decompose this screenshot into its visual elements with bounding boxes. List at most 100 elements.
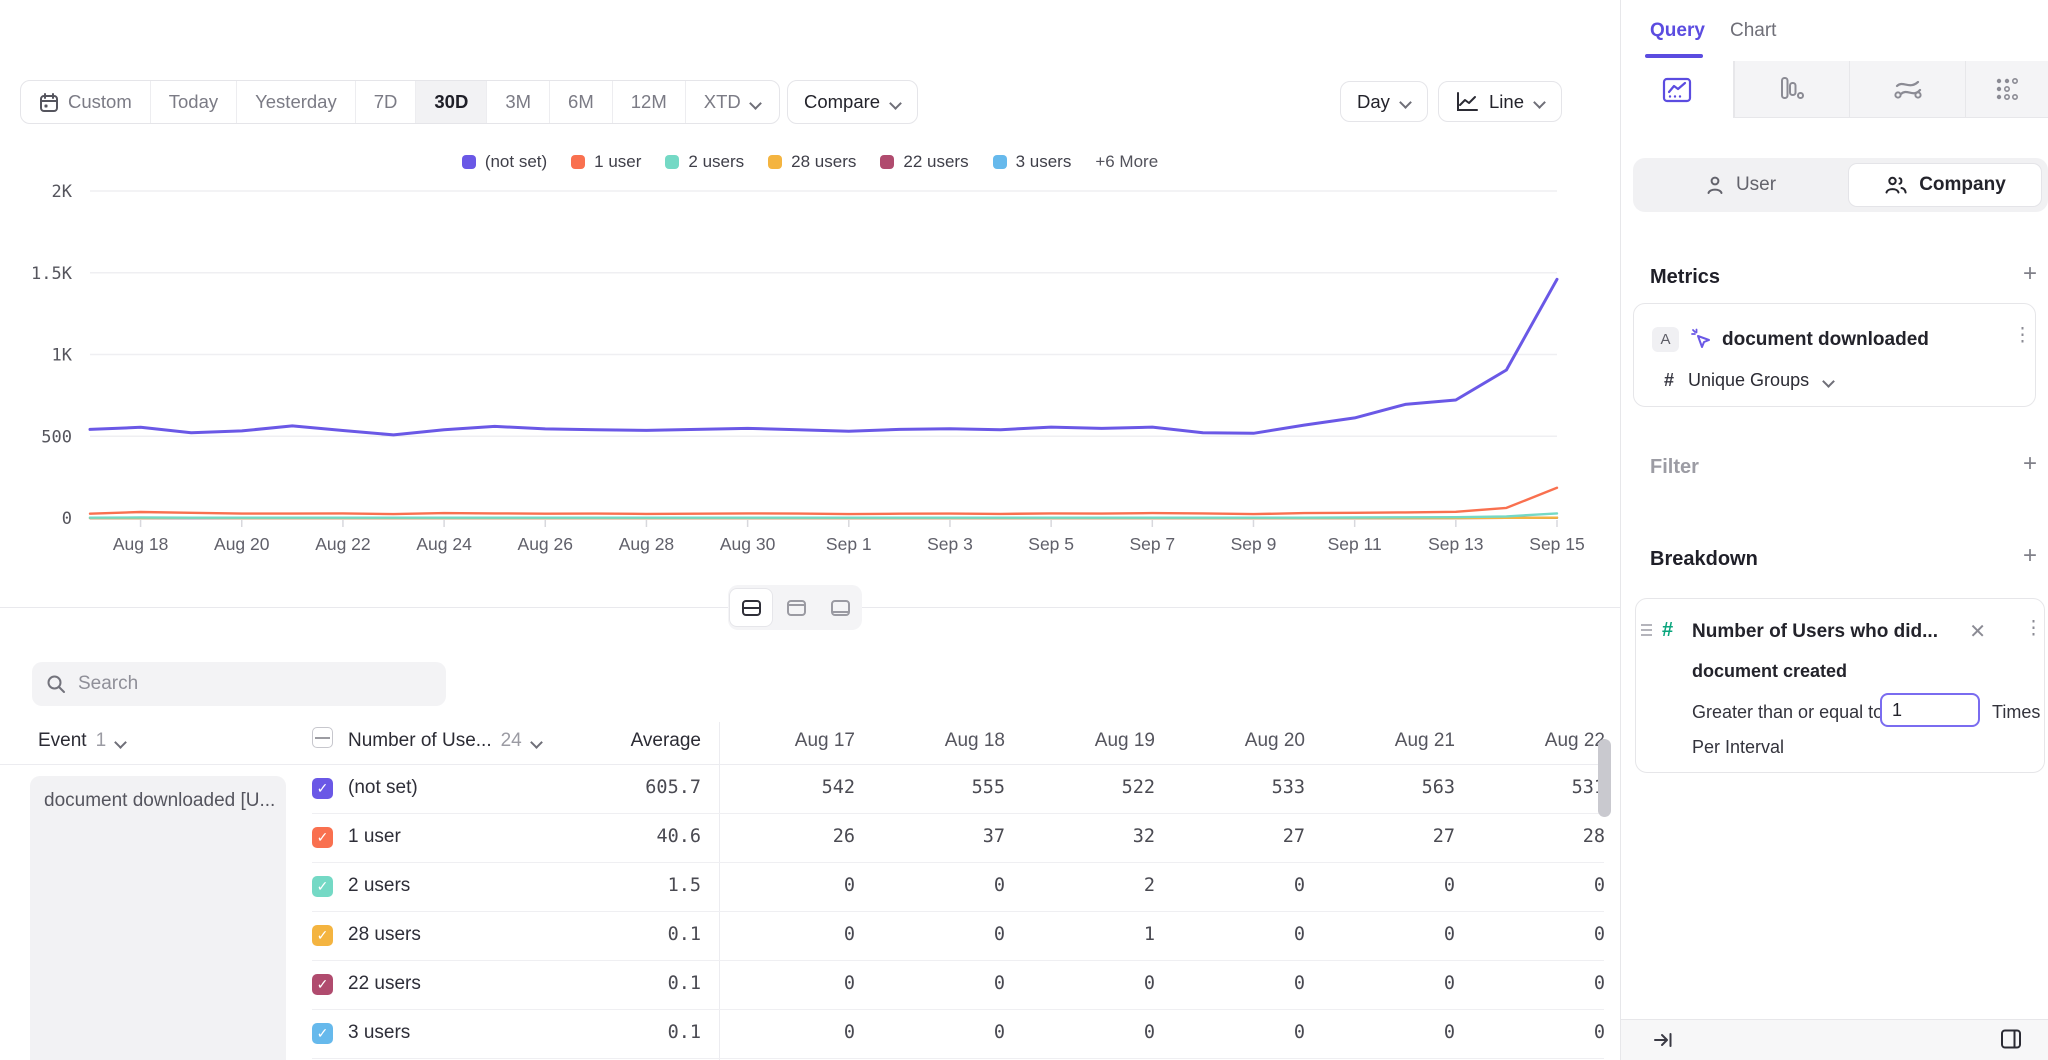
add-breakdown-button[interactable]: + xyxy=(2019,546,2041,568)
row-label: 2 users xyxy=(348,875,410,897)
collapse-panel-icon[interactable] xyxy=(1652,1029,1674,1056)
x-axis-tick-label: Aug 22 xyxy=(315,534,370,554)
entity-user-segment[interactable]: User xyxy=(1633,158,1848,212)
measure-dropdown[interactable]: Unique Groups xyxy=(1688,370,1809,391)
chevron-down-icon xyxy=(1400,96,1411,107)
row-checkbox[interactable]: ✓ xyxy=(312,974,333,995)
filter-heading: Filter xyxy=(1650,456,1699,479)
group-count: 24 xyxy=(501,730,522,752)
breakdown-event: document created xyxy=(1692,661,1847,682)
range-button-7d[interactable]: 7D xyxy=(355,81,416,123)
breakdown-card: # Number of Users who did... ✕ ⋮ documen… xyxy=(1635,598,2045,773)
y-axis-tick-label: 500 xyxy=(41,427,72,447)
company-segment-label: Company xyxy=(1919,174,2006,196)
row-checkbox[interactable]: ✓ xyxy=(312,876,333,897)
row-label: 3 users xyxy=(348,1022,410,1044)
range-button-30d[interactable]: 30D xyxy=(415,81,486,123)
range-label: 7D xyxy=(374,91,398,113)
row-date-value: 0 xyxy=(1481,1022,1604,1043)
row-date-value: 0 xyxy=(1331,924,1455,945)
row-date-value: 0 xyxy=(731,973,855,994)
range-button-3m[interactable]: 3M xyxy=(486,81,549,123)
range-label: 30D xyxy=(434,91,468,113)
add-filter-button[interactable]: + xyxy=(2019,454,2041,476)
entity-toggle: User Company xyxy=(1633,158,2048,212)
metric-card[interactable]: A document downloaded ⋮ # Unique Groups xyxy=(1633,303,2036,407)
layout-split-view-button[interactable] xyxy=(729,588,773,627)
x-axis-tick-label: Sep 9 xyxy=(1231,534,1277,554)
row-checkbox[interactable]: ✓ xyxy=(312,925,333,946)
tab-query[interactable]: Query xyxy=(1650,20,1705,42)
table-scrollbar[interactable] xyxy=(1598,739,1611,817)
search-input[interactable] xyxy=(78,673,432,695)
row-checkbox[interactable]: ✓ xyxy=(312,778,333,799)
row-date-value: 2 xyxy=(1031,875,1155,896)
row-checkbox[interactable]: ✓ xyxy=(312,827,333,848)
row-label: (not set) xyxy=(348,777,418,799)
metrics-heading: Metrics xyxy=(1650,266,1720,289)
row-date-value: 542 xyxy=(731,777,855,798)
tab-chart[interactable]: Chart xyxy=(1730,20,1776,42)
row-date-value: 1 xyxy=(1031,924,1155,945)
chart-type-line-button[interactable] xyxy=(1621,61,1734,118)
event-pill[interactable]: document downloaded [U... xyxy=(30,776,286,1060)
search-box[interactable] xyxy=(32,662,446,706)
chart-type-dropdown[interactable]: Line xyxy=(1438,81,1562,122)
sidebar-toggle-icon[interactable] xyxy=(1999,1027,2023,1056)
chart-type-grid-button[interactable] xyxy=(1965,61,2048,118)
chart-type-label: Line xyxy=(1489,91,1524,113)
range-button-yesterday[interactable]: Yesterday xyxy=(236,81,355,123)
entity-company-segment[interactable]: Company xyxy=(1848,163,2042,207)
row-date-value: 37 xyxy=(881,826,1005,847)
row-date-value: 0 xyxy=(1181,1022,1305,1043)
range-button-today[interactable]: Today xyxy=(150,81,236,123)
event-pill-label: document downloaded [U... xyxy=(44,790,275,811)
range-button-6m[interactable]: 6M xyxy=(549,81,612,123)
layout-table-only-button[interactable] xyxy=(819,588,861,627)
series-line--not-set-[interactable] xyxy=(90,279,1557,435)
row-label: 22 users xyxy=(348,973,421,995)
row-date-value: 0 xyxy=(731,924,855,945)
range-button-12m[interactable]: 12M xyxy=(612,81,685,123)
row-checkbox[interactable]: ✓ xyxy=(312,1023,333,1044)
users-icon xyxy=(1884,175,1908,195)
range-label: 3M xyxy=(505,91,531,113)
dots-grid-icon xyxy=(1994,76,2020,102)
range-label: XTD xyxy=(704,91,741,113)
layout-chart-only-button[interactable] xyxy=(775,588,817,627)
select-all-checkbox[interactable]: — xyxy=(312,727,333,748)
row-date-value: 0 xyxy=(1481,875,1604,896)
chart-type-flow-button[interactable] xyxy=(1849,61,1965,118)
range-button-custom[interactable]: Custom xyxy=(21,81,150,123)
event-header-label: Event xyxy=(38,730,87,752)
compare-button[interactable]: Compare xyxy=(787,80,918,124)
chart-type-bar-button[interactable] xyxy=(1734,61,1849,118)
range-label: Yesterday xyxy=(255,91,337,113)
group-column-header[interactable]: Number of Use... 24 xyxy=(348,730,542,752)
kebab-menu-icon[interactable]: ⋮ xyxy=(2013,332,2019,339)
kebab-menu-icon[interactable]: ⋮ xyxy=(2024,625,2030,632)
row-date-value: 0 xyxy=(1331,973,1455,994)
date-column-header: Aug 18 xyxy=(881,730,1005,752)
breakdown-value-input[interactable] xyxy=(1880,693,1980,727)
table-header: Event 1 — Number of Use... 24 Average Au… xyxy=(0,722,1604,764)
chevron-down-icon xyxy=(115,736,126,747)
analytics-app: CustomToday Yesterday 7D 30D 3M 6M12M XTD Comp… xyxy=(0,0,2048,1060)
row-date-value: 32 xyxy=(1031,826,1155,847)
interval-dropdown[interactable]: Day xyxy=(1340,81,1428,122)
breakdown-title: Number of Users who did... xyxy=(1692,621,1938,643)
event-column-header[interactable]: Event 1 xyxy=(38,730,126,752)
x-axis-tick-label: Sep 11 xyxy=(1328,534,1382,554)
x-axis-tick-label: Sep 3 xyxy=(927,534,973,554)
series-line-1-user[interactable] xyxy=(90,488,1557,514)
add-metric-button[interactable]: + xyxy=(2019,264,2041,286)
row-date-value: 0 xyxy=(731,875,855,896)
drag-handle-icon[interactable] xyxy=(1641,624,1652,639)
x-axis-tick-label: Aug 26 xyxy=(518,534,573,554)
y-axis-tick-label: 1K xyxy=(52,346,73,366)
search-icon xyxy=(46,674,66,694)
range-button-xtd[interactable]: XTD xyxy=(685,81,779,123)
date-column-header: Aug 22 xyxy=(1481,730,1605,752)
close-icon[interactable]: ✕ xyxy=(1969,619,1986,644)
user-segment-label: User xyxy=(1736,174,1776,196)
